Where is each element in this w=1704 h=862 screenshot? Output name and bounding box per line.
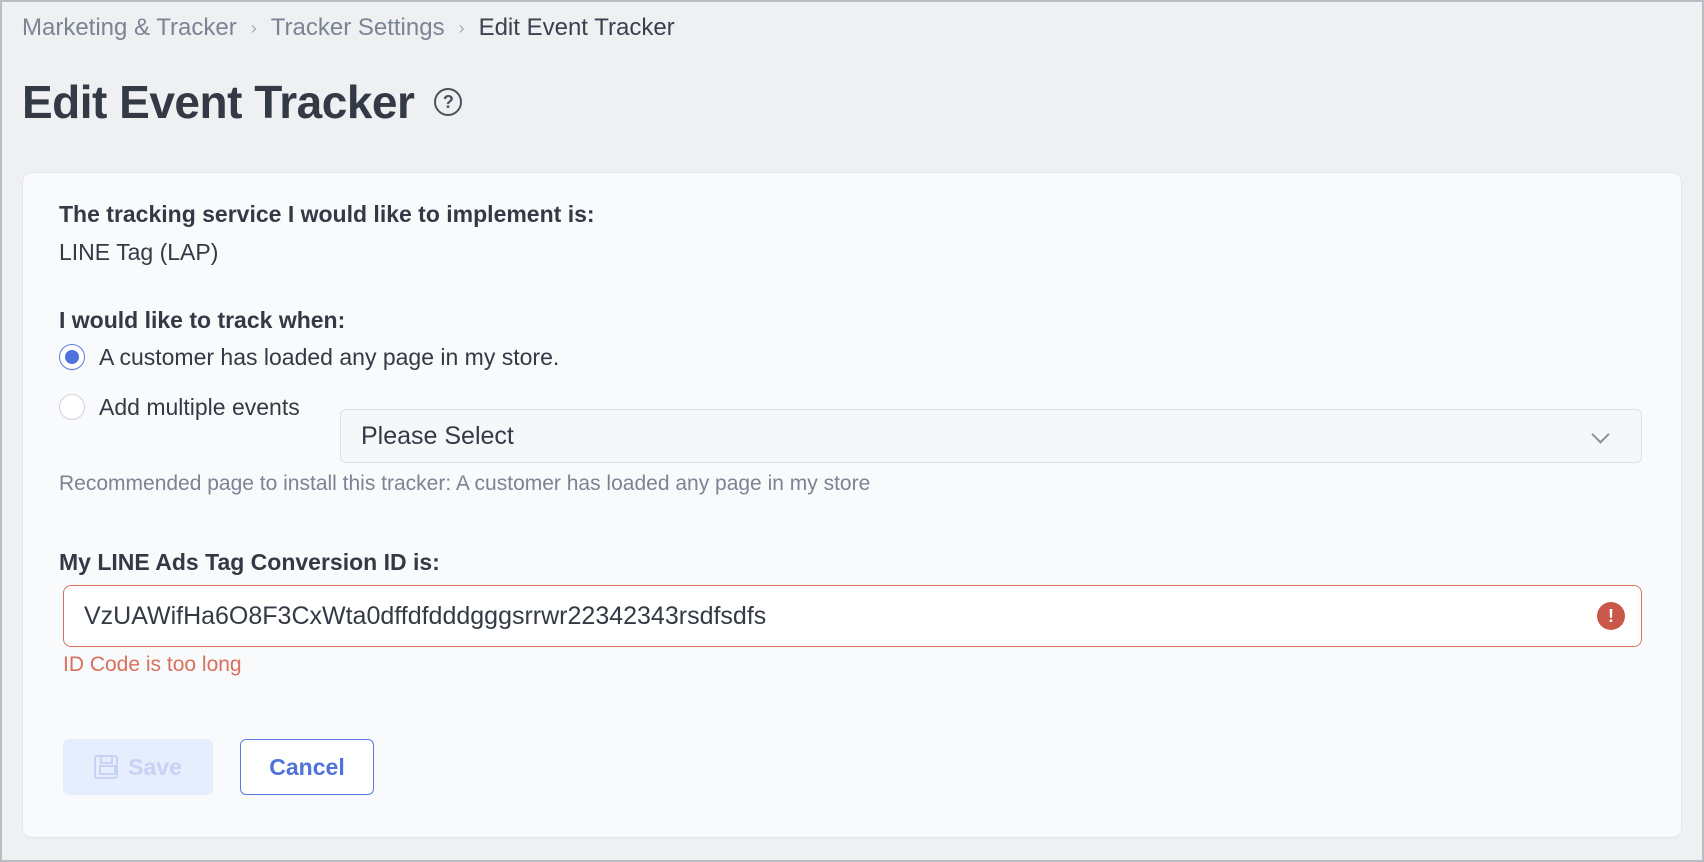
save-button[interactable]: Save	[63, 739, 213, 795]
breadcrumb-separator-icon: ›	[250, 17, 257, 38]
recommended-page-hint: Recommended page to install this tracker…	[59, 472, 871, 495]
page-title: Edit Event Tracker	[22, 76, 415, 128]
breadcrumb: Marketing & Tracker › Tracker Settings ›…	[22, 12, 675, 44]
breadcrumb-current: Edit Event Tracker	[478, 14, 675, 41]
tracker-form-card: The tracking service I would like to imp…	[22, 172, 1682, 838]
exclamation-circle-icon: !	[1597, 602, 1625, 630]
radio-label-any-page[interactable]: A customer has loaded any page in my sto…	[99, 344, 559, 371]
breadcrumb-marketing-tracker[interactable]: Marketing & Tracker	[22, 14, 237, 42]
conversion-id-label: My LINE Ads Tag Conversion ID is:	[59, 549, 440, 575]
track-when-label: I would like to track when:	[59, 307, 346, 333]
chevron-down-icon	[1591, 425, 1610, 444]
breadcrumb-tracker-settings[interactable]: Tracker Settings	[271, 14, 445, 42]
question-circle-icon[interactable]: ?	[434, 88, 463, 116]
service-label: The tracking service I would like to imp…	[59, 201, 595, 227]
error-message: ID Code is too long	[63, 653, 242, 676]
radio-option-any-page[interactable]: A customer has loaded any page in my sto…	[59, 342, 559, 372]
radio-button-unchecked[interactable]	[59, 394, 85, 420]
title-row: Edit Event Tracker ?	[22, 72, 463, 132]
service-value: LINE Tag (LAP)	[59, 239, 219, 265]
radio-button-checked[interactable]	[59, 344, 85, 370]
radio-option-multiple-events[interactable]: Add multiple events	[59, 392, 300, 422]
breadcrumb-separator-icon: ›	[458, 17, 465, 38]
floppy-disk-icon	[94, 755, 119, 779]
save-button-label: Save	[128, 753, 182, 780]
radio-label-multiple-events[interactable]: Add multiple events	[99, 394, 300, 421]
events-select[interactable]: Please Select	[340, 409, 1642, 463]
conversion-id-input[interactable]	[63, 585, 1642, 647]
cancel-button[interactable]: Cancel	[240, 739, 374, 795]
events-select-value: Please Select	[361, 421, 514, 450]
radio-dot	[65, 350, 79, 364]
